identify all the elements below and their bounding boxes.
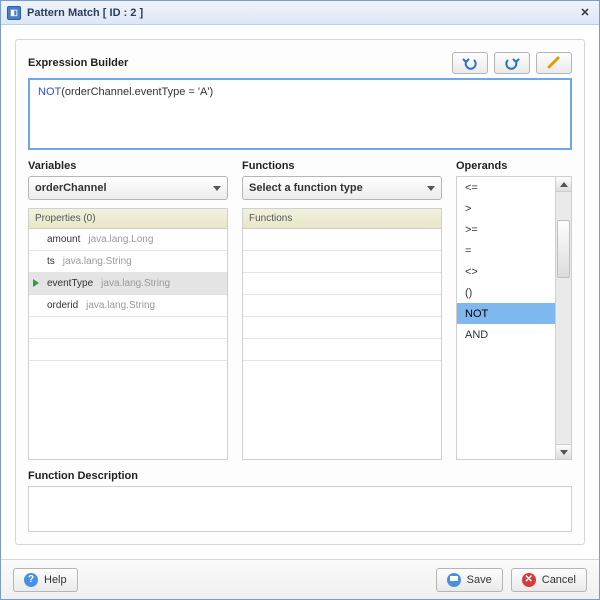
help-button[interactable]: ? Help	[13, 568, 78, 592]
cancel-label: Cancel	[542, 574, 576, 586]
inner-panel: Expression Builder NOT(orderChannel.even…	[15, 39, 585, 545]
operand-item[interactable]: >	[457, 198, 555, 219]
variables-panel: Properties (0) amountjava.lang.Longtsjav…	[28, 208, 228, 460]
property-row[interactable]: ts java.lang.String	[29, 251, 227, 273]
functions-panel: Functions	[242, 208, 442, 460]
expression-toolbar	[452, 52, 572, 74]
list-item[interactable]	[243, 229, 441, 251]
operands-list: <=>>==<>()NOTAND	[457, 177, 555, 459]
operands-panel: <=>>==<>()NOTAND	[456, 176, 572, 460]
list-item[interactable]	[243, 295, 441, 317]
variables-label: Variables	[28, 160, 228, 172]
functions-label: Functions	[242, 160, 442, 172]
help-label: Help	[44, 574, 67, 586]
functions-selector[interactable]: Select a function type	[242, 176, 442, 200]
operand-item[interactable]: =	[457, 240, 555, 261]
redo-icon	[503, 56, 521, 70]
variables-column: Variables orderChannel Properties (0) am…	[28, 160, 228, 460]
property-type: java.lang.String	[86, 300, 155, 311]
redo-button[interactable]	[494, 52, 530, 74]
undo-button[interactable]	[452, 52, 488, 74]
content-area: Expression Builder NOT(orderChannel.even…	[1, 25, 599, 559]
scroll-up-button[interactable]	[556, 177, 571, 192]
functions-panel-head: Functions	[243, 209, 441, 229]
property-type: java.lang.Long	[88, 234, 153, 245]
save-icon	[447, 573, 461, 587]
triangle-down-icon	[560, 450, 568, 455]
list-item[interactable]	[29, 339, 227, 361]
operands-column: Operands <=>>==<>()NOTAND	[456, 160, 572, 460]
expression-textarea[interactable]: NOT(orderChannel.eventType = 'A')	[28, 78, 572, 150]
scrollbar[interactable]	[555, 177, 571, 459]
variables-panel-head: Properties (0)	[29, 209, 227, 229]
expression-header-row: Expression Builder	[28, 52, 572, 74]
operand-item[interactable]: ()	[457, 282, 555, 303]
functions-column: Functions Select a function type Functio…	[242, 160, 442, 460]
operand-item[interactable]: <>	[457, 261, 555, 282]
scroll-down-button[interactable]	[556, 444, 571, 459]
operand-item[interactable]: >=	[457, 219, 555, 240]
function-description-section: Function Description	[28, 470, 572, 532]
expression-keyword: NOT	[38, 86, 61, 98]
property-name: ts	[47, 256, 55, 267]
property-row[interactable]: orderid java.lang.String	[29, 295, 227, 317]
property-row[interactable]: amount java.lang.Long	[29, 229, 227, 251]
functions-selector-value: Select a function type	[249, 182, 363, 194]
variables-selector-value: orderChannel	[35, 182, 107, 194]
operand-item[interactable]: AND	[457, 324, 555, 345]
property-type: java.lang.String	[101, 278, 170, 289]
property-name: amount	[47, 234, 80, 245]
window-title: Pattern Match [ ID : 2 ]	[27, 7, 143, 19]
variables-selector[interactable]: orderChannel	[28, 176, 228, 200]
operands-label: Operands	[456, 160, 572, 172]
expression-text: (orderChannel.eventType = 'A')	[61, 86, 213, 98]
functions-list	[243, 229, 441, 361]
list-item[interactable]	[243, 317, 441, 339]
chevron-down-icon	[427, 186, 435, 191]
selection-arrow-icon	[33, 279, 39, 287]
operand-item[interactable]: <=	[457, 177, 555, 198]
property-row[interactable]: eventType java.lang.String	[29, 273, 227, 295]
save-button[interactable]: Save	[436, 568, 503, 592]
list-item[interactable]	[243, 251, 441, 273]
list-item[interactable]	[243, 273, 441, 295]
help-icon: ?	[24, 573, 38, 587]
operand-item[interactable]: NOT	[457, 303, 555, 324]
save-label: Save	[467, 574, 492, 586]
property-name: orderid	[47, 300, 78, 311]
edit-button[interactable]	[536, 52, 572, 74]
cancel-button[interactable]: ✕ Cancel	[511, 568, 587, 592]
dialog-window: ◧ Pattern Match [ ID : 2 ] ✕ Expression …	[0, 0, 600, 600]
app-icon: ◧	[7, 6, 21, 20]
function-description-label: Function Description	[28, 470, 138, 482]
close-icon[interactable]: ✕	[577, 5, 593, 21]
columns: Variables orderChannel Properties (0) am…	[28, 160, 572, 460]
footer: ? Help Save ✕ Cancel	[1, 559, 599, 599]
undo-icon	[461, 56, 479, 70]
property-name: eventType	[47, 278, 93, 289]
titlebar: ◧ Pattern Match [ ID : 2 ] ✕	[1, 1, 599, 25]
function-description-box	[28, 486, 572, 532]
triangle-up-icon	[560, 182, 568, 187]
expression-builder-label: Expression Builder	[28, 57, 128, 69]
cancel-icon: ✕	[522, 573, 536, 587]
scroll-thumb[interactable]	[557, 220, 570, 278]
list-item[interactable]	[29, 317, 227, 339]
list-item[interactable]	[243, 339, 441, 361]
scroll-track[interactable]	[556, 192, 571, 444]
variables-list: amountjava.lang.Longtsjava.lang.Stringev…	[29, 229, 227, 361]
property-type: java.lang.String	[63, 256, 132, 267]
chevron-down-icon	[213, 186, 221, 191]
pencil-icon	[546, 56, 562, 70]
